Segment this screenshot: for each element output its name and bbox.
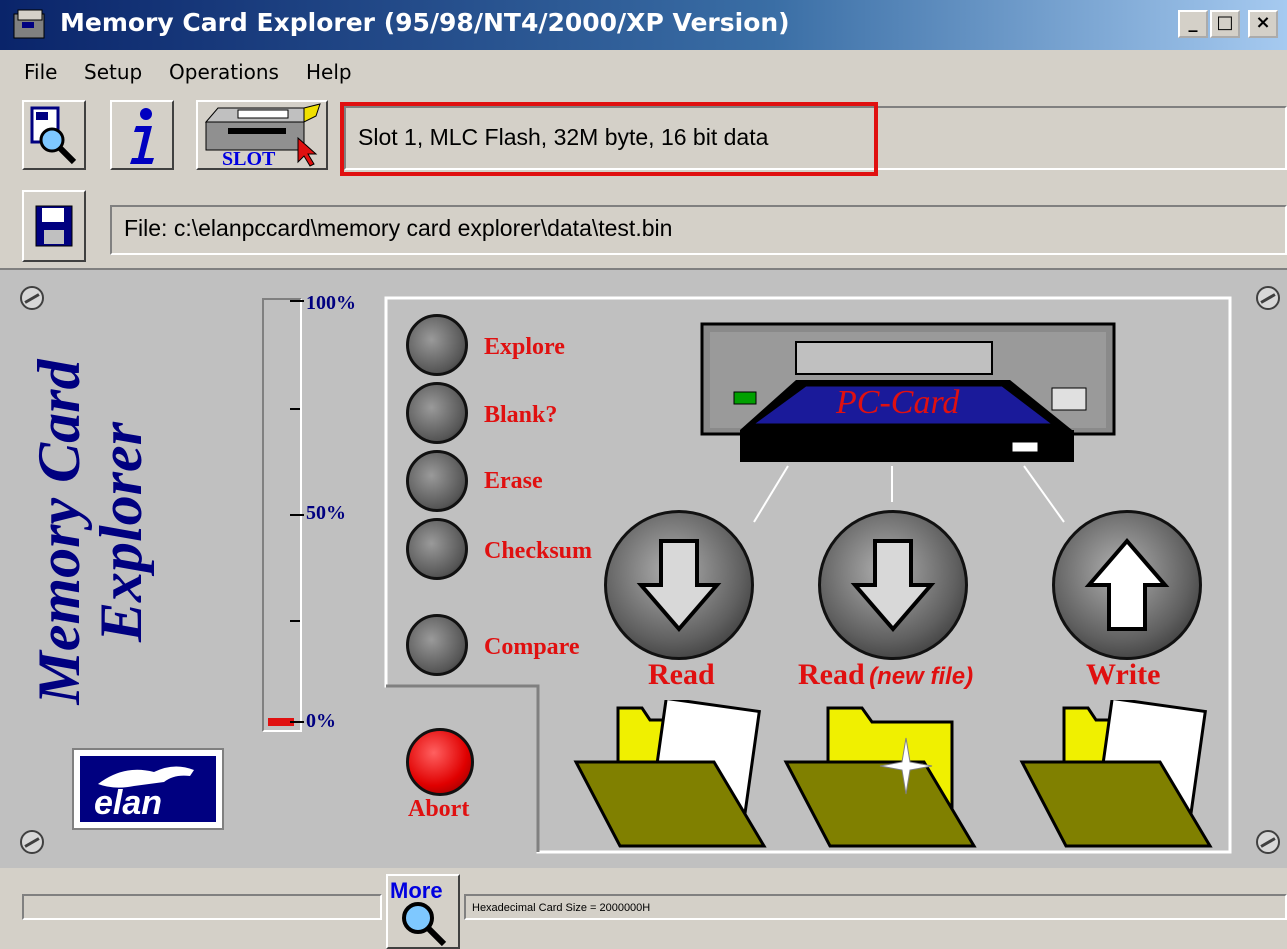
- abort-button[interactable]: [406, 728, 474, 796]
- maximize-button[interactable]: □: [1210, 10, 1240, 38]
- read-new-file-button[interactable]: [818, 510, 968, 660]
- checksum-button[interactable]: [406, 518, 468, 580]
- blank-check-label: Blank?: [484, 402, 558, 428]
- info-icon: [130, 108, 154, 164]
- pc-card-label: PC-Card: [836, 384, 960, 421]
- card-search-icon: [30, 106, 77, 165]
- screw-bottom-right-icon: [1256, 830, 1280, 854]
- arrow-up-icon: [1084, 537, 1170, 631]
- write-label: Write: [1086, 658, 1161, 691]
- arrow-down-icon: [636, 539, 722, 633]
- elan-logo: elan: [72, 748, 224, 830]
- erase-label: Erase: [484, 468, 543, 494]
- logo-line2: Explorer: [88, 421, 154, 643]
- file-path-field: File: c:\elanpccard\memory card explorer…: [110, 205, 1287, 255]
- close-button[interactable]: ×: [1248, 10, 1278, 38]
- logo-line1: Memory Card: [26, 359, 92, 705]
- menu-help[interactable]: Help: [306, 60, 352, 84]
- screw-bottom-left-icon: [20, 830, 44, 854]
- explore-button[interactable]: [406, 314, 468, 376]
- read-button[interactable]: [604, 510, 754, 660]
- app-logo-text: Memory Card Explorer: [26, 252, 154, 812]
- arrow-down-icon: [850, 539, 936, 633]
- blank-check-button[interactable]: [406, 382, 468, 444]
- window-title: Memory Card Explorer (95/98/NT4/2000/XP …: [60, 8, 790, 37]
- progress-50-label: 50%: [306, 502, 346, 524]
- explore-label: Explore: [484, 334, 565, 360]
- compare-button[interactable]: [406, 614, 468, 676]
- progress-0-label: 0%: [306, 710, 336, 732]
- elan-brand: elan: [94, 784, 163, 822]
- menu-setup[interactable]: Setup: [84, 60, 142, 84]
- progress-100-label: 100%: [306, 292, 356, 314]
- menu-operations[interactable]: Operations: [169, 60, 279, 84]
- checksum-label: Checksum: [484, 538, 593, 564]
- slot-status-highlight: [340, 102, 878, 176]
- erase-button[interactable]: [406, 450, 468, 512]
- minimize-button[interactable]: _: [1178, 10, 1208, 38]
- read-new-file-prefix: Read: [798, 658, 865, 691]
- read-new-file-label: Read (new file): [798, 658, 973, 692]
- card-size-field: Hexadecimal Card Size = 2000000H: [464, 894, 1287, 920]
- compare-label: Compare: [484, 634, 580, 660]
- magnifier-icon: [402, 902, 447, 946]
- floppy-disk-icon: [35, 205, 73, 247]
- more-button[interactable]: More: [386, 874, 460, 949]
- app-icon: [13, 9, 45, 39]
- card-info-button[interactable]: [22, 100, 86, 170]
- screw-top-right-icon: [1256, 286, 1280, 310]
- status-message-field: [22, 894, 382, 920]
- slot-button[interactable]: SLOT: [196, 100, 328, 170]
- read-new-file-suffix: (new file): [869, 663, 974, 690]
- slot-label: SLOT: [222, 148, 276, 170]
- about-button[interactable]: [110, 100, 174, 170]
- read-label: Read: [648, 658, 715, 691]
- write-button[interactable]: [1052, 510, 1202, 660]
- abort-label: Abort: [408, 796, 470, 822]
- write-folder-icon[interactable]: [1018, 700, 1214, 850]
- read-folder-icon[interactable]: [572, 700, 768, 850]
- new-file-folder-icon[interactable]: [782, 700, 978, 850]
- menu-file[interactable]: File: [24, 60, 57, 84]
